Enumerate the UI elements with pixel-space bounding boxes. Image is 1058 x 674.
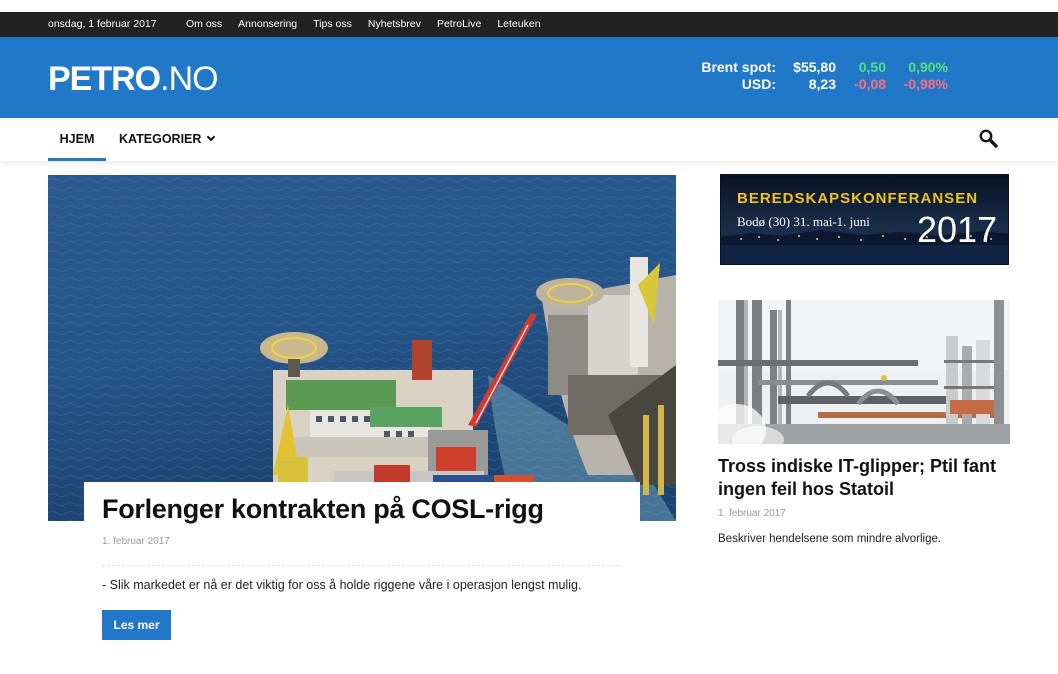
page: onsdag, 1 februar 2017 Om oss Annonserin… [0,0,1058,674]
hero-image[interactable] [48,175,676,521]
ad-title: BEREDSKAPSKONFERANSEN [737,190,979,207]
ticker-label-usd: USD: [741,76,776,92]
ticker-values: $55,80 8,23 [782,59,836,93]
nav-item-hjem[interactable]: HJEM [48,118,106,161]
ad-subtitle: Bodø (30) 31. mai-1. juni [737,214,870,229]
site-logo[interactable]: PETRO.NO [48,59,219,99]
ticker-percent-usd: -0,98% [903,76,948,92]
ticker-labels: Brent spot: USD: [640,59,776,93]
top-links: Om oss Annonsering Tips oss Nyhetsbrev P… [186,18,557,30]
nav-kategorier-label: KATEGORIER [119,132,202,146]
ticker-value-brent: $55,80 [793,59,836,75]
top-bar: onsdag, 1 februar 2017 Om oss Annonserin… [0,12,1058,37]
chevron-down-icon [207,132,216,142]
side-article-date: 1. februar 2017 [718,508,786,519]
nav-item-kategorier[interactable]: KATEGORIER [119,118,216,161]
article-divider [102,565,620,566]
ad-year: 2017 [917,209,998,250]
side-article-excerpt: Beskriver hendelsene som mindre alvorlig… [718,533,942,545]
top-link-tips-oss[interactable]: Tips oss [313,18,352,30]
logo-light: .NO [160,60,218,98]
site-header: PETRO.NO Brent spot: USD: $55,80 8,23 0,… [0,37,1058,118]
main-article-title[interactable]: Forlenger kontrakten på COSL-rigg [102,492,544,526]
main-nav: HJEM KATEGORIER [0,118,1058,161]
search-icon[interactable] [978,128,1000,150]
ad-banner[interactable]: BEREDSKAPSKONFERANSEN Bodø (30) 31. mai-… [720,174,1009,265]
ticker-change-brent: 0,50 [858,59,886,75]
main-article-date: 1. februar 2017 [102,536,170,547]
ticker-change-usd: -0,08 [854,76,886,92]
top-link-nyhetsbrev[interactable]: Nyhetsbrev [368,18,421,30]
ticker-percent-brent: 0,90% [908,59,948,75]
logo-bold: PETRO [48,60,161,98]
top-link-leteuken[interactable]: Leteuken [497,18,540,30]
ticker-value-usd: 8,23 [808,76,836,92]
side-article-image[interactable] [718,300,1010,444]
ticker-changes: 0,50 -0,08 [840,59,886,93]
side-article-title[interactable]: Tross indiske IT-glipper; Ptil fant inge… [718,455,1010,501]
ticker-percents: 0,90% -0,98% [892,59,948,93]
main-article-excerpt: - Slik markedet er nå er det viktig for … [102,578,582,592]
top-link-petrolive[interactable]: PetroLive [437,18,481,30]
read-more-button[interactable]: Les mer [102,610,171,640]
current-date: onsdag, 1 februar 2017 [48,18,157,30]
top-link-om-oss[interactable]: Om oss [186,18,222,30]
top-link-annonsering[interactable]: Annonsering [238,18,297,30]
ticker-label-brent: Brent spot: [701,59,776,75]
